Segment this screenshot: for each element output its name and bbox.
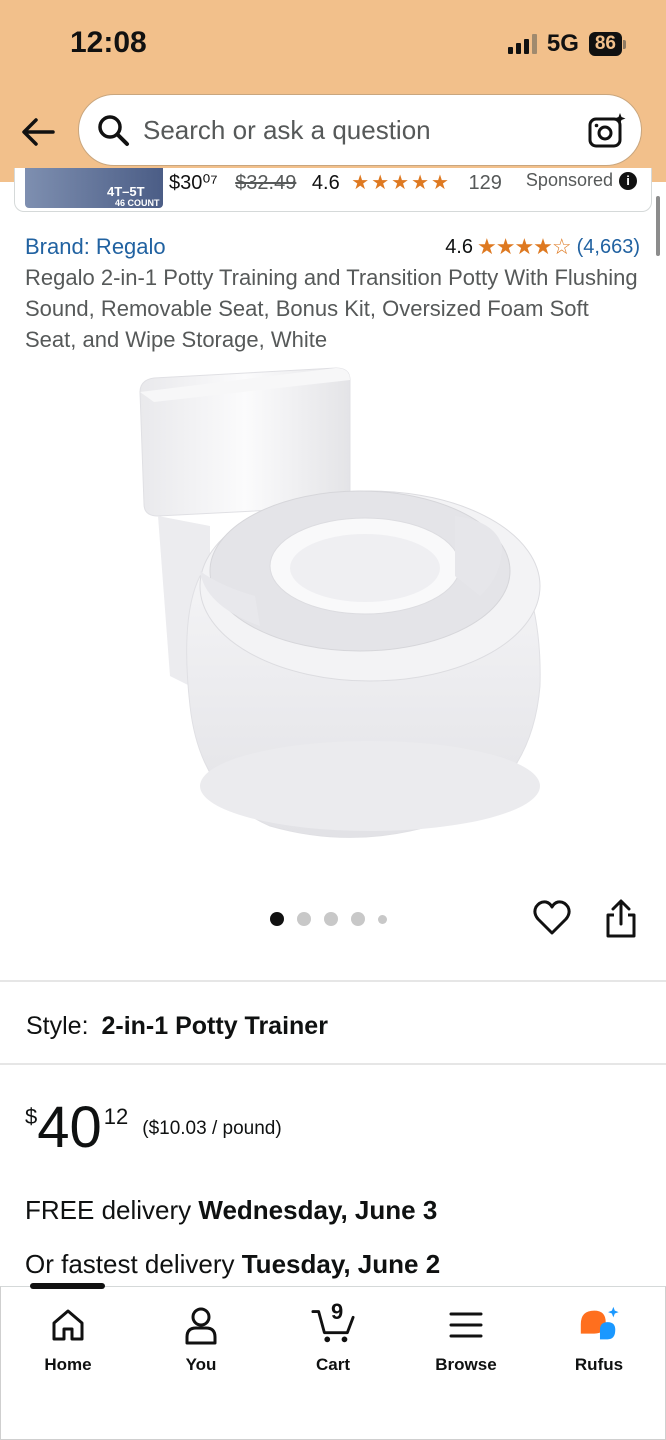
app-header: 12:08 5G 86: [0, 0, 666, 182]
style-label: Style:: [26, 1012, 89, 1040]
sponsored-rating: 4.6: [311, 172, 340, 194]
unit-price: ($10.03 / pound): [142, 1118, 282, 1139]
carousel-dot[interactable]: [270, 912, 284, 926]
fastest-delivery: Or fastest delivery Tuesday, June 2: [25, 1249, 440, 1280]
fast-delivery-prefix: Or fastest delivery: [25, 1249, 242, 1279]
sponsored-price: $30⁰⁷: [169, 172, 218, 194]
image-carousel-dots[interactable]: [270, 912, 387, 926]
section-divider: [0, 1063, 666, 1065]
rating-stars: ★★★★☆: [477, 234, 572, 259]
sponsored-text: Sponsored: [525, 170, 613, 190]
active-tab-indicator: [30, 1283, 105, 1289]
price-whole: 40: [37, 1095, 102, 1160]
fast-delivery-date: Tuesday, June 2: [241, 1249, 441, 1279]
brand-link[interactable]: Brand: Regalo: [25, 234, 166, 260]
carousel-dot[interactable]: [351, 912, 365, 926]
price-symbol: $: [25, 1104, 38, 1129]
tab-rufus-label: Rufus: [574, 1355, 624, 1374]
tab-home-label: Home: [44, 1355, 92, 1374]
carousel-dot[interactable]: [324, 912, 338, 926]
status-time: 12:08: [70, 26, 147, 59]
product-rating[interactable]: 4.6 ★★★★☆ (4,663): [445, 234, 640, 260]
sponsored-list-price: $32.49: [235, 172, 297, 194]
rufus-icon: [577, 1303, 621, 1347]
rating-count: (4,663): [576, 235, 640, 258]
section-divider: [0, 980, 666, 982]
battery-icon: 86: [588, 32, 626, 56]
sponsored-review-count: 129: [468, 172, 502, 194]
tab-you[interactable]: You: [141, 1303, 261, 1375]
search-input[interactable]: [143, 114, 573, 146]
carousel-dot[interactable]: [297, 912, 311, 926]
tab-you-label: You: [185, 1355, 217, 1374]
share-icon: [606, 899, 636, 938]
price-block: $ 40 12 ($10.03 / pound): [25, 1098, 282, 1158]
tab-cart-label: Cart: [315, 1355, 350, 1374]
free-delivery: FREE delivery Wednesday, June 3: [25, 1195, 437, 1226]
back-arrow-icon: [22, 118, 55, 146]
scrollbar: [656, 196, 660, 256]
free-delivery-date: Wednesday, June 3: [198, 1195, 438, 1225]
battery-level: 86: [588, 32, 622, 56]
carousel-dot[interactable]: [378, 914, 387, 924]
status-indicators: 5G 86: [507, 30, 626, 58]
style-value: 2-in-1 Potty Trainer: [101, 1012, 328, 1040]
cart-icon: 9: [311, 1299, 355, 1347]
person-icon: [179, 1303, 223, 1347]
back-button[interactable]: [18, 112, 58, 152]
heart-icon: [533, 900, 571, 935]
tab-browse[interactable]: Browse: [406, 1303, 526, 1375]
style-selector[interactable]: Style: 2-in-1 Potty Trainer: [26, 1012, 328, 1041]
home-icon: [46, 1303, 90, 1347]
sponsored-thumbnail: 4T–5T 46 COUNT: [25, 168, 163, 208]
share-button[interactable]: [602, 898, 640, 942]
search-icon: [93, 110, 133, 150]
tab-rufus[interactable]: Rufus: [539, 1303, 659, 1375]
product-image[interactable]: [110, 356, 560, 866]
tab-home[interactable]: Home: [8, 1303, 128, 1375]
cart-count: 9: [331, 1299, 344, 1324]
menu-icon: [444, 1303, 488, 1347]
rating-value: 4.6: [445, 235, 473, 258]
tab-cart[interactable]: 9 Cart: [273, 1299, 393, 1375]
sponsored-ad[interactable]: 4T–5T 46 COUNT $30⁰⁷ $32.49 4.6 ★★★★★ 12…: [14, 168, 652, 212]
sponsored-thumb-count: 46 COUNT: [115, 198, 160, 208]
sponsored-label[interactable]: Sponsored i: [526, 170, 637, 191]
network-label: 5G: [546, 30, 579, 57]
free-delivery-prefix: FREE delivery: [25, 1195, 199, 1225]
sponsored-details: $30⁰⁷ $32.49 4.6 ★★★★★ 129: [169, 170, 502, 195]
search-bar[interactable]: [78, 94, 642, 166]
sponsored-stars: ★★★★★: [351, 172, 451, 194]
sponsored-thumb-size: 4T–5T: [107, 184, 145, 199]
price-fraction: 12: [103, 1104, 129, 1129]
camera-search-icon[interactable]: [587, 111, 627, 151]
info-icon: i: [619, 171, 637, 190]
tab-browse-label: Browse: [435, 1355, 497, 1374]
bottom-tab-bar: Home You 9 Cart Browse Rufus: [0, 1283, 666, 1440]
product-title: Regalo 2-in-1 Potty Training and Transit…: [25, 265, 638, 352]
signal-icon: [507, 34, 537, 54]
wishlist-button[interactable]: [532, 898, 572, 942]
